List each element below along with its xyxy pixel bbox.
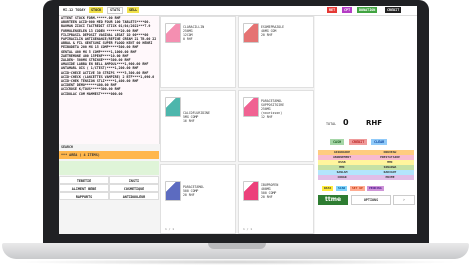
credit-pay-button[interactable]: CREDIT [349,139,368,145]
category-button[interactable]: COSMETIQUE [109,184,159,192]
order-info: MI.12 TODAY [63,8,86,12]
product-image [165,23,181,43]
tab-stats[interactable]: STATS [107,7,124,14]
clear-button[interactable]: CLEAR [371,139,388,145]
brand-logo: ttme [318,195,348,205]
top-bar: MI.12 TODAY STOCK STATS SELL RET CPT DON… [59,6,417,16]
product-name: CLARACILLIN 250MG 12COM 0 RHF [183,25,205,41]
category-button[interactable]: TEBETIE [59,176,109,184]
options-button[interactable]: OPTIONS [351,195,391,205]
customer-strip [59,161,159,175]
tab-sell[interactable]: SELL [127,7,140,13]
product-card[interactable]: CALCOFLURIDINE 5MG COMP 16 RHF [160,90,236,162]
next-icon[interactable]: › [393,195,415,205]
product-name: IBUPROFEN 400MG 500 COMP 20 RHF [261,183,279,199]
donation-button[interactable]: DONATION [357,7,378,13]
laptop-frame: MI.12 TODAY STOCK STATS SELL RET CPT DON… [0,0,471,273]
category-button[interactable]: ALIMENT BEBE [59,184,109,192]
product-card[interactable]: PARACETAMOL 500 COMP 20 RHF 1 / 1 [160,164,236,234]
product-image [243,97,259,117]
cash-button[interactable]: CASH [330,139,345,145]
product-name: PARACETAMOL 500 COMP 20 RHF [183,185,205,197]
product-card[interactable]: ESOMEPRAZOLE 40MG COM 20 RHF [238,16,314,88]
laptop-shadow [12,259,459,265]
customer-left: CORAR [337,175,347,179]
product-name: PARACETAMOL SUPPOSITOIRE 250MG (nourisso… [261,99,285,119]
search-input[interactable] [59,151,159,159]
product-image [165,181,181,201]
product-name: CALCOFLURIDINE 5MG COMP 16 RHF [183,111,210,123]
category-button[interactable]: RAPPORTS [59,192,109,200]
credit-button[interactable]: CREDIT [385,7,402,13]
cpt-button[interactable]: CPT [342,7,353,13]
receipt-panel: ATTENT STOCK FORM.*****.00 RHF ABORTEEN A… [59,16,160,144]
page-indicator: 1 / 1 [243,227,253,231]
total-label: TOTAL [326,122,337,126]
total-currency: RHF [366,119,383,127]
receipt-line: BAUMAN ZIOCI TACTREDIT STICK 01/04/2021*… [61,24,151,29]
product-name: ESOMEPRAZOLE 40MG COM 20 RHF [261,25,285,37]
product-image [243,181,259,201]
product-card[interactable]: CLARACILLIN 250MG 12COM 0 RHF [160,16,236,88]
category-button[interactable]: ANTIDOULEUR [109,192,159,200]
search-label: SEARCH [61,145,73,149]
product-card[interactable]: IBUPROFEN 400MG 500 COMP 20 RHF 1 / 1 [238,164,314,234]
product-image [165,97,181,117]
category-grid: TEBETIE INSTI ALIMENT BEBE COSMETIQUE RA… [59,176,159,200]
data-button[interactable]: DATA [322,186,334,191]
product-image [243,23,259,43]
scan-button[interactable]: SCAN [336,186,348,191]
laptop-notch [208,243,266,249]
category-button[interactable]: INSTI [109,176,159,184]
ret-button[interactable]: RET [327,7,338,13]
page-indicator: 1 / 1 [165,227,175,231]
total-display: TOTAL 0 RHF [315,118,417,130]
setup-button[interactable]: SET UP [350,186,365,191]
total-value: 0 [343,118,349,127]
customer-right: PRIME [385,175,395,179]
receipt-line: ACIDOLAC COM MAMMEST*****000.00 [61,91,123,96]
product-grid: CLARACILLIN 250MG 12COM 0 RHF ESOMEPRAZO… [160,16,314,234]
pending-button[interactable]: PENDING [367,186,384,191]
product-card[interactable]: PARACETAMOL SUPPOSITOIRE 250MG (nourisso… [238,90,314,162]
tab-stock[interactable]: STOCK [89,7,104,13]
customer-row[interactable]: CORAR PRIME [318,175,414,180]
pos-screen: MI.12 TODAY STOCK STATS SELL RET CPT DON… [59,6,417,234]
